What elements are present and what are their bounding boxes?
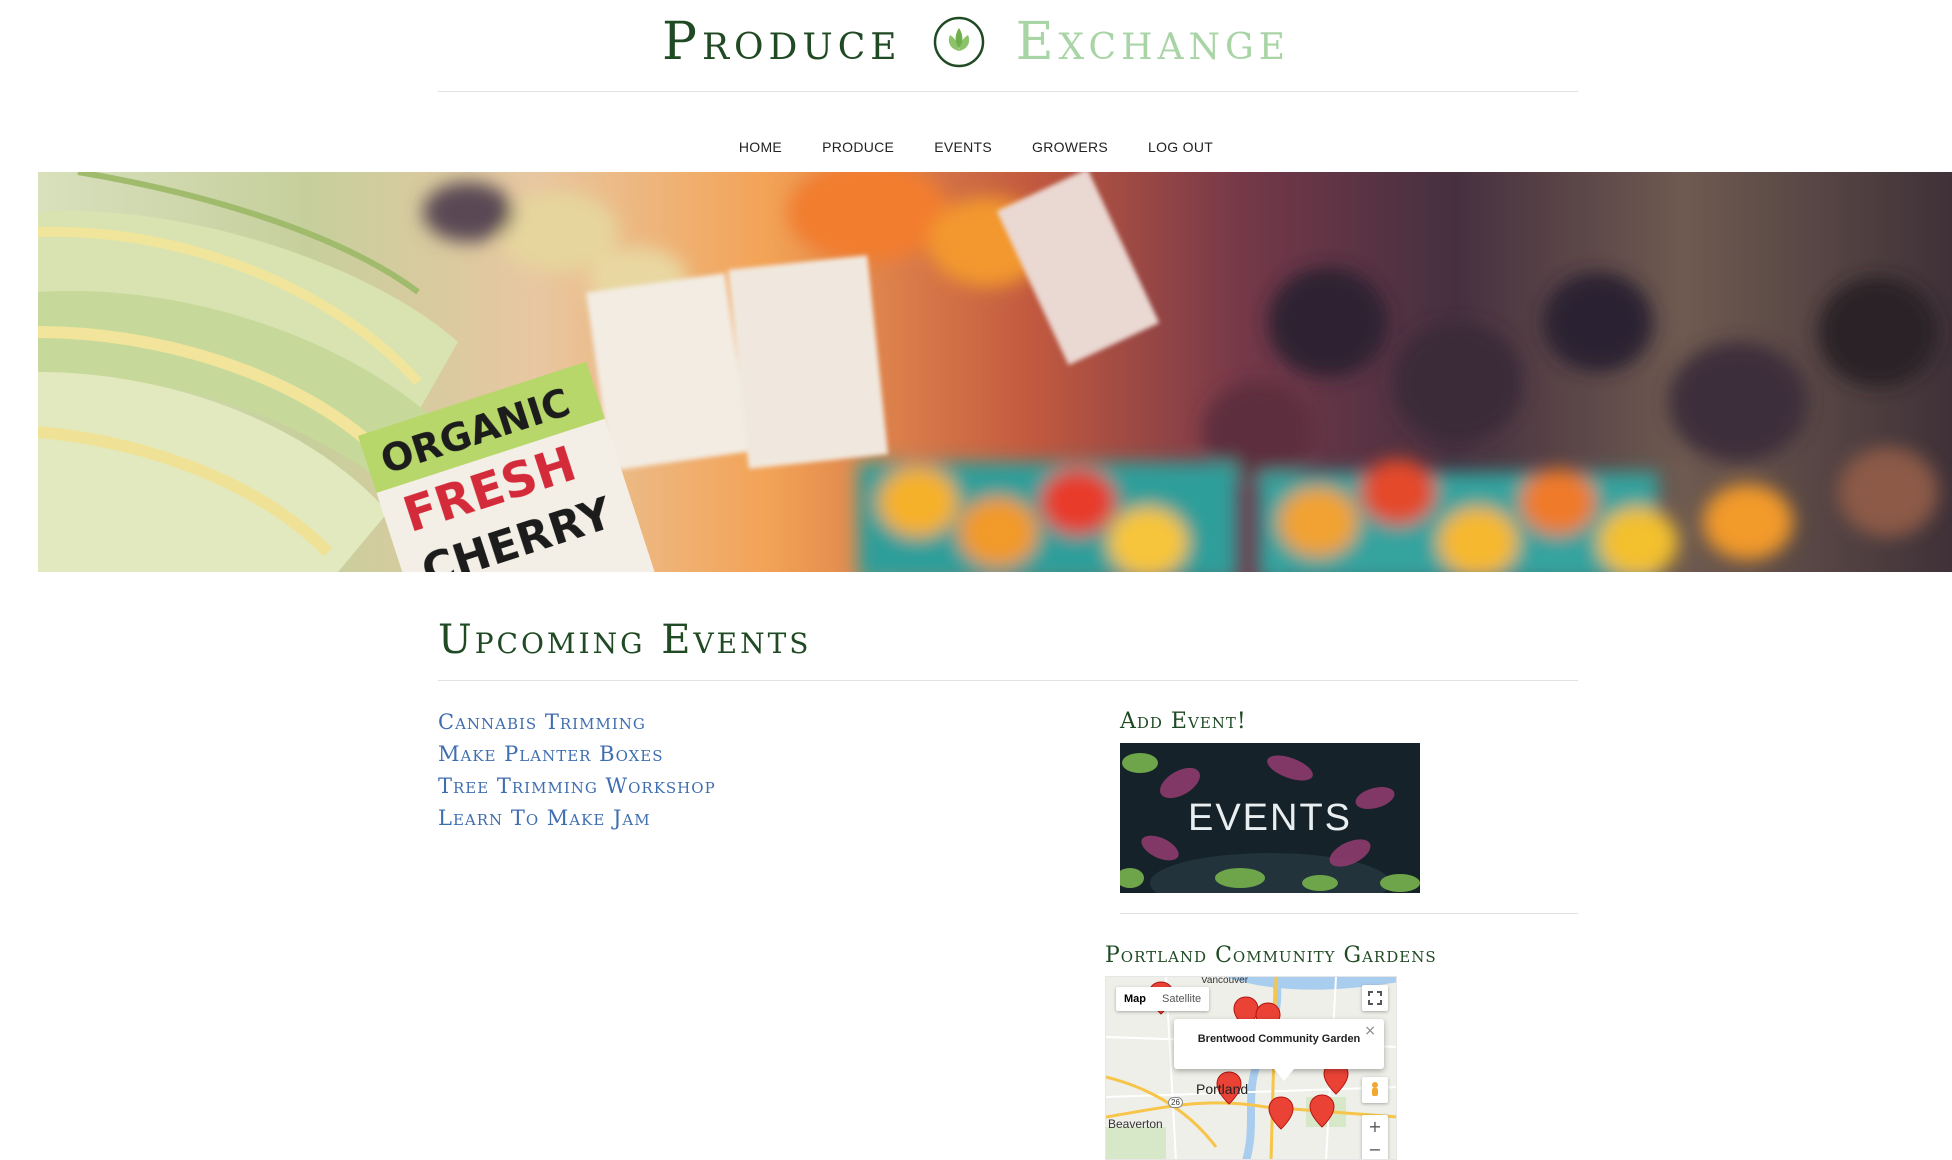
zoom-control: + − <box>1362 1115 1388 1159</box>
events-list: Cannabis Trimming Make Planter Boxes Tre… <box>438 706 998 834</box>
zoom-out-button[interactable]: − <box>1368 1141 1381 1158</box>
map-type-satellite-button[interactable]: Satellite <box>1154 987 1209 1011</box>
main-nav: HOME PRODUCE EVENTS GROWERS LOG OUT <box>0 134 1952 160</box>
map-info-window: Brentwood Community Garden × <box>1174 1019 1384 1081</box>
brand-word-produce: Produce <box>661 12 902 72</box>
map-label-highway: 26 <box>1168 1097 1183 1108</box>
zoom-in-button[interactable]: + <box>1368 1118 1381 1135</box>
add-event-image-text: EVENTS <box>1187 796 1353 839</box>
nav-log-out[interactable]: LOG OUT <box>1148 134 1213 160</box>
nav-produce[interactable]: PRODUCE <box>822 134 894 160</box>
event-link[interactable]: Learn To Make Jam <box>438 802 998 834</box>
gardens-map[interactable]: Vancouver Portland Beaverton 26 Map Sate… <box>1105 976 1397 1160</box>
event-link[interactable]: Cannabis Trimming <box>438 706 998 738</box>
fullscreen-icon[interactable] <box>1362 985 1388 1011</box>
nav-home[interactable]: HOME <box>739 134 782 160</box>
nav-events[interactable]: EVENTS <box>934 134 992 160</box>
add-event-heading: Add Event! <box>1120 709 1247 734</box>
close-icon[interactable]: × <box>1364 1023 1376 1039</box>
gardens-heading: Portland Community Gardens <box>1105 943 1437 968</box>
sidebar-divider <box>1120 913 1578 914</box>
brand-word-exchange: Exchange <box>1015 12 1291 72</box>
map-label-vancouver: Vancouver <box>1201 976 1249 986</box>
map-label-beaverton: Beaverton <box>1108 1117 1163 1131</box>
page-title: Upcoming Events <box>438 617 812 663</box>
add-event-image-button[interactable]: EVENTS <box>1120 743 1420 893</box>
event-link[interactable]: Make Planter Boxes <box>438 738 998 770</box>
header-divider <box>438 91 1578 92</box>
event-link[interactable]: Tree Trimming Workshop <box>438 770 998 802</box>
title-divider <box>438 680 1578 681</box>
leaf-icon <box>933 16 984 68</box>
map-label-portland: Portland <box>1196 1081 1249 1097</box>
hero-produce-image: ORGANIC FRESH CHERRY <box>38 172 1938 572</box>
brand-logo[interactable]: Produce Exchange <box>0 12 1952 72</box>
hero-banner: ORGANIC FRESH CHERRY <box>38 172 1952 572</box>
nav-growers[interactable]: GROWERS <box>1032 134 1108 160</box>
map-type-control: Map Satellite <box>1116 987 1210 1011</box>
info-window-title: Brentwood Community Garden <box>1197 1033 1361 1045</box>
pegman-icon[interactable] <box>1362 1077 1388 1103</box>
map-type-map-button[interactable]: Map <box>1116 987 1154 1011</box>
